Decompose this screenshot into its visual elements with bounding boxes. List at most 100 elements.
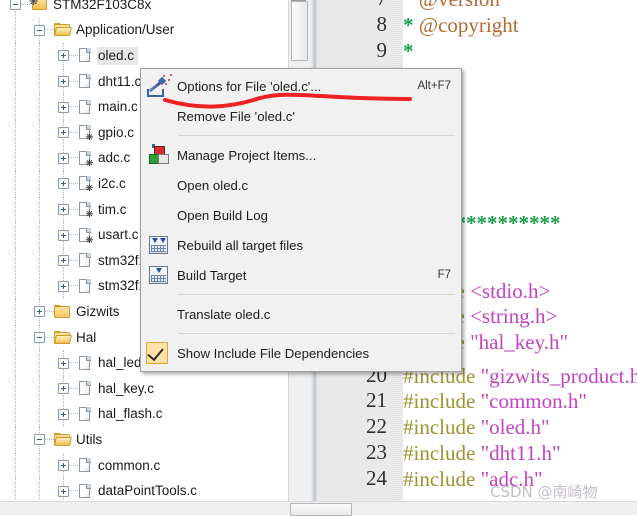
expand-icon[interactable] bbox=[58, 383, 69, 395]
tree-guide-line bbox=[39, 43, 41, 69]
tree-item-stm32f103c8x[interactable]: ❋ STM32F103C8x bbox=[0, 0, 288, 18]
expand-icon[interactable] bbox=[58, 76, 69, 88]
code-token: <string.h> bbox=[470, 304, 558, 329]
menu-item-label: Build Target bbox=[177, 267, 247, 283]
source-file-icon bbox=[78, 457, 92, 474]
watermark-text: CSDN @南崎物 bbox=[490, 483, 598, 501]
source-file-config-icon: ❋ bbox=[78, 175, 93, 193]
source-file-icon bbox=[78, 278, 92, 295]
expand-icon[interactable] bbox=[58, 408, 69, 420]
expand-icon[interactable] bbox=[58, 101, 69, 113]
scrollbar-thumb[interactable] bbox=[291, 1, 308, 61]
line-number: 8 bbox=[376, 11, 388, 36]
collapse-icon[interactable] bbox=[10, 0, 21, 11]
tree-guide-line bbox=[15, 376, 17, 402]
menu-item-open-build-log[interactable]: Open Build Log bbox=[141, 200, 461, 230]
code-line: #include "common.h" bbox=[403, 388, 587, 414]
menu-item-label: Open Build Log bbox=[177, 207, 268, 223]
source-file-icon bbox=[78, 252, 92, 269]
file-context-menu[interactable]: Options for File 'oled.c'... Alt+F7 Remove… bbox=[140, 68, 462, 372]
code-token: "oled.h" bbox=[480, 415, 550, 440]
line-number: 23 bbox=[366, 440, 387, 465]
menu-item-rebuild-all-target-files[interactable]: Rebuild all target files bbox=[141, 230, 461, 260]
menu-item-label: Open oled.c bbox=[177, 177, 249, 193]
tree-guide-line bbox=[39, 94, 41, 120]
line-number: 9 bbox=[376, 37, 388, 62]
checkbox-checked-icon[interactable] bbox=[141, 338, 177, 368]
menu-item-show-include-file-dependencies[interactable]: Show Include File Dependencies bbox=[141, 338, 461, 368]
tree-guide-line bbox=[39, 196, 41, 223]
line-number: 7 bbox=[317, 0, 388, 11]
magic-wand-icon bbox=[141, 71, 177, 101]
tree-item-application-user[interactable]: Application/User bbox=[0, 17, 288, 44]
tree-item-hal-key-c[interactable]: hal_key.c bbox=[0, 376, 288, 402]
rebuild-icon bbox=[141, 230, 177, 260]
expand-icon[interactable] bbox=[58, 280, 69, 292]
tree-guide-line bbox=[39, 145, 41, 172]
expand-icon[interactable] bbox=[58, 50, 69, 62]
menu-item-label: Manage Project Items... bbox=[177, 147, 317, 163]
horizontal-scrollbar-thumb[interactable] bbox=[290, 503, 352, 516]
expand-icon[interactable] bbox=[34, 306, 45, 318]
expand-icon[interactable] bbox=[58, 255, 69, 267]
menu-item-build-target[interactable]: Build Target F7 bbox=[141, 260, 461, 290]
source-file-config-icon: ❋ bbox=[78, 150, 93, 167]
menu-item-no-icon bbox=[141, 200, 177, 230]
horizontal-scrollbar[interactable] bbox=[0, 501, 637, 516]
expand-icon[interactable] bbox=[58, 460, 69, 472]
tree-guide-line bbox=[39, 222, 41, 248]
expand-icon[interactable] bbox=[58, 152, 69, 164]
code-line: #include "oled.h" bbox=[403, 414, 550, 440]
code-token: #include bbox=[403, 466, 481, 491]
menu-item-open-oled-c[interactable]: Open oled.c bbox=[141, 170, 461, 200]
menu-item-no-icon bbox=[141, 299, 177, 329]
menu-item-remove-file-oled-c[interactable]: Remove File 'oled.c' bbox=[141, 101, 461, 131]
tree-item-label: usart.c bbox=[98, 227, 139, 243]
tree-guide-line bbox=[15, 17, 17, 44]
tree-guide-line bbox=[15, 248, 17, 274]
code-token: * bbox=[403, 0, 414, 11]
tree-connector bbox=[69, 80, 78, 83]
menu-item-translate-oled-c[interactable]: Translate oled.c bbox=[141, 299, 461, 329]
code-token: #include bbox=[403, 441, 481, 466]
folder-open-icon bbox=[54, 23, 72, 37]
menu-item-label: Rebuild all target files bbox=[177, 237, 304, 253]
expand-icon[interactable] bbox=[58, 357, 69, 369]
tree-guide-line bbox=[39, 350, 41, 376]
tree-connector bbox=[69, 234, 78, 236]
tree-connector bbox=[69, 259, 78, 262]
tree-item-hal-flash-c[interactable]: hal_flash.c bbox=[0, 401, 288, 428]
tree-connector bbox=[69, 413, 78, 415]
tree-guide-line bbox=[39, 248, 41, 274]
tree-guide-line bbox=[15, 171, 17, 197]
code-line: * @copyright bbox=[403, 12, 519, 38]
tree-connector bbox=[69, 208, 78, 211]
tree-guide-line bbox=[15, 222, 17, 248]
source-file-config-icon: ❋ bbox=[78, 124, 93, 142]
build-icon bbox=[141, 260, 177, 290]
menu-item-label: Options for File 'oled.c'... bbox=[177, 78, 322, 94]
menu-item-label: Translate oled.c bbox=[177, 306, 271, 322]
expand-icon[interactable] bbox=[58, 485, 69, 497]
menu-item-accelerator: F7 bbox=[437, 269, 451, 281]
tree-connector bbox=[45, 310, 54, 313]
collapse-icon[interactable] bbox=[34, 24, 45, 36]
tree-item-utils[interactable]: Utils bbox=[0, 427, 288, 453]
tree-connector bbox=[69, 106, 78, 108]
menu-item-manage-project-items[interactable]: Manage Project Items... bbox=[141, 140, 461, 170]
code-token: "common.h" bbox=[480, 389, 587, 414]
tree-guide-line bbox=[15, 452, 17, 479]
expand-icon[interactable] bbox=[58, 229, 69, 241]
expand-icon[interactable] bbox=[58, 127, 69, 139]
tree-item-common-c[interactable]: common.c bbox=[0, 452, 288, 479]
collapse-icon[interactable] bbox=[34, 434, 45, 446]
collapse-icon[interactable] bbox=[34, 332, 45, 344]
tree-connector bbox=[69, 490, 78, 492]
menu-item-options-for-file-oled-c[interactable]: Options for File 'oled.c'... Alt+F7 bbox=[141, 71, 461, 101]
expand-icon[interactable] bbox=[58, 178, 69, 190]
expand-icon[interactable] bbox=[58, 204, 69, 216]
tree-guide-line bbox=[39, 171, 41, 197]
tree-item-oled-c[interactable]: oled.c bbox=[0, 43, 288, 69]
line-number: 24 bbox=[366, 465, 387, 490]
code-token: @copyright bbox=[413, 12, 519, 37]
